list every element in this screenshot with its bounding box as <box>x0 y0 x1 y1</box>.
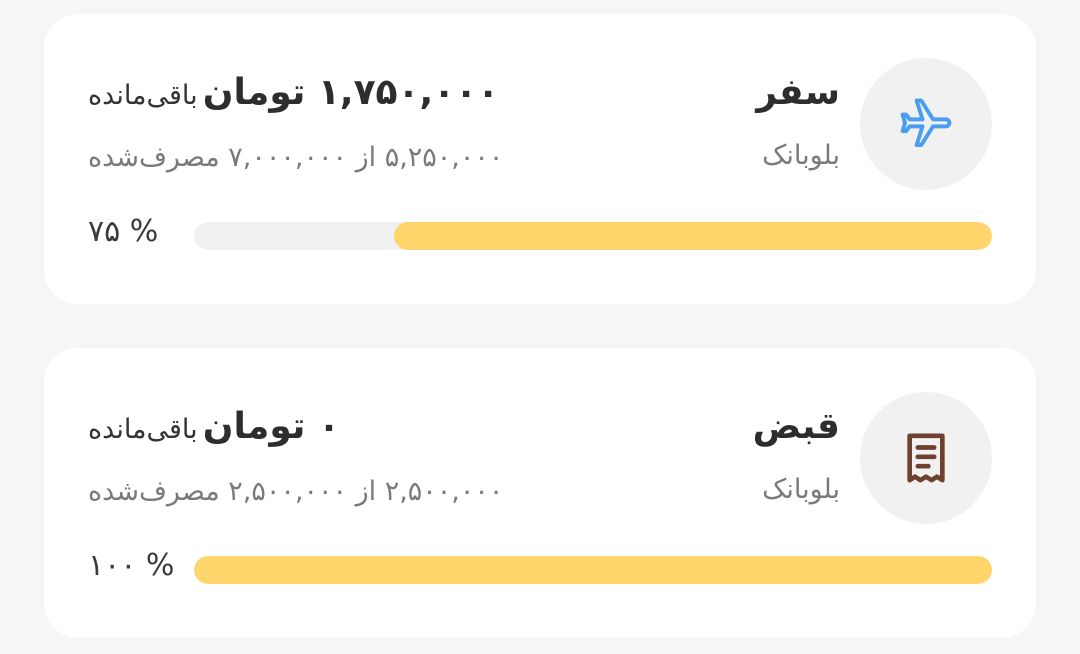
progress-percent: % ۱۰۰ <box>88 548 175 583</box>
remaining-amount-line: ۱,۷۵۰,۰۰۰ تومان باقی‌مانده <box>88 72 499 113</box>
category-title: سفر <box>756 72 840 113</box>
progress-percent: % ۷۵ <box>88 214 159 249</box>
remaining-amount-line: ۰ تومان باقی‌مانده <box>88 406 340 447</box>
category-icon-circle <box>860 58 992 190</box>
remaining-label: باقی‌مانده <box>88 414 198 445</box>
receipt-icon <box>907 433 945 483</box>
spent-summary: ۲,۵۰۰,۰۰۰ از ۲,۵۰۰,۰۰۰ مصرف‌شده <box>88 476 504 507</box>
airplane-icon <box>900 98 952 147</box>
budget-card[interactable]: سفر بلوبانک ۱,۷۵۰,۰۰۰ تومان باقی‌مانده ۵… <box>44 14 1036 304</box>
remaining-label: باقی‌مانده <box>88 80 198 111</box>
budget-card[interactable]: قبض بلوبانک ۰ تومان باقی‌مانده ۲,۵۰۰,۰۰۰… <box>44 348 1036 638</box>
spent-summary: ۵,۲۵۰,۰۰۰ از ۷,۰۰۰,۰۰۰ مصرف‌شده <box>88 142 504 173</box>
category-bank: بلوبانک <box>762 474 840 505</box>
remaining-amount: ۰ تومان <box>202 406 340 447</box>
progress-fill <box>194 556 992 584</box>
category-icon-circle <box>860 392 992 524</box>
category-title: قبض <box>752 406 840 447</box>
progress-bar <box>194 556 992 584</box>
progress-bar <box>194 222 992 250</box>
category-bank: بلوبانک <box>762 140 840 171</box>
remaining-amount: ۱,۷۵۰,۰۰۰ تومان <box>202 72 500 113</box>
progress-fill <box>393 222 992 250</box>
